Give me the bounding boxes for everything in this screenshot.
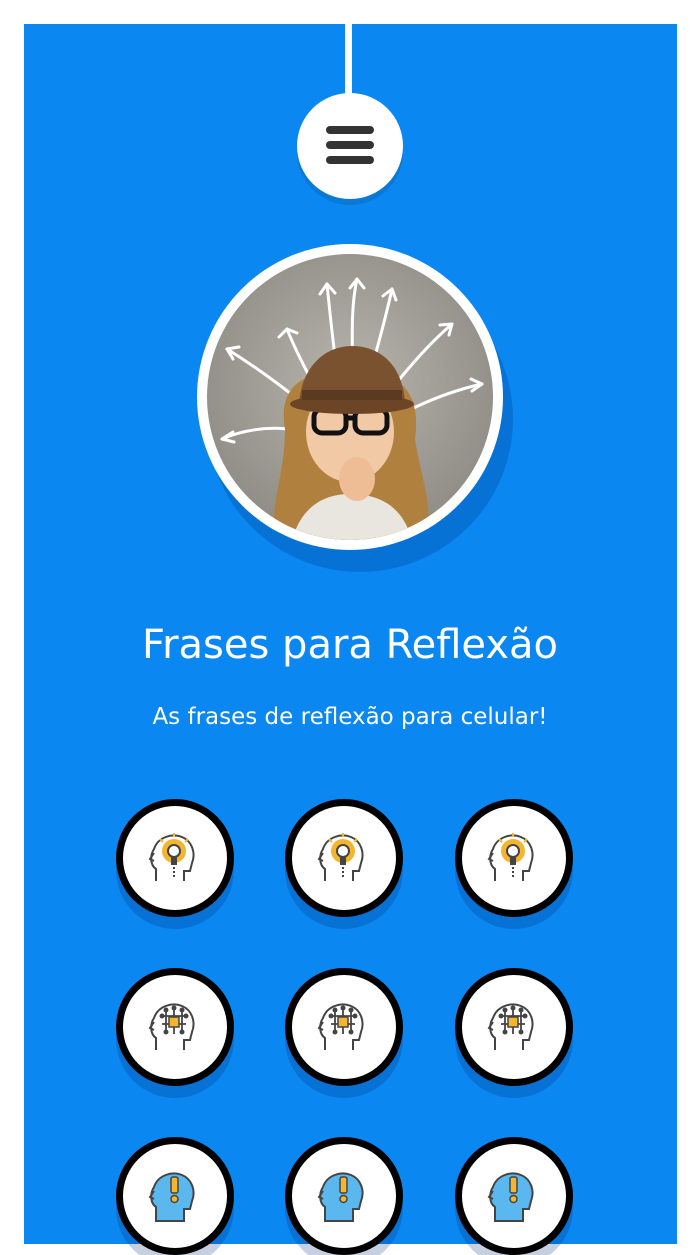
hanging-line: [345, 0, 352, 100]
girl-thinking-photo: [207, 254, 493, 540]
category-button-2[interactable]: [285, 799, 403, 917]
brain-circuit-head-icon: [148, 1003, 195, 1050]
page-subtitle: As frases de reflexão para celular!: [152, 704, 548, 730]
lightbulb-head-icon: [487, 833, 534, 881]
category-button-7[interactable]: [116, 1137, 234, 1255]
category-button-6[interactable]: [455, 968, 573, 1086]
menu-button[interactable]: [297, 93, 403, 199]
hamburger-menu-icon: [326, 126, 374, 164]
category-button-1[interactable]: [116, 799, 234, 917]
exclamation-head-icon: [317, 1172, 364, 1222]
exclamation-head-icon: [487, 1172, 534, 1222]
category-button-3[interactable]: [455, 799, 573, 917]
category-button-5[interactable]: [285, 968, 403, 1086]
exclamation-head-icon: [148, 1172, 195, 1222]
category-button-8[interactable]: [285, 1137, 403, 1255]
brain-circuit-head-icon: [487, 1003, 534, 1050]
profile-photo: [197, 244, 513, 572]
category-button-4[interactable]: [116, 968, 234, 1086]
lightbulb-head-icon: [317, 833, 364, 881]
lightbulb-head-icon: [148, 833, 195, 881]
page-title: Frases para Reflexão: [142, 622, 558, 668]
brain-circuit-head-icon: [317, 1003, 364, 1050]
category-button-9[interactable]: [455, 1137, 573, 1255]
